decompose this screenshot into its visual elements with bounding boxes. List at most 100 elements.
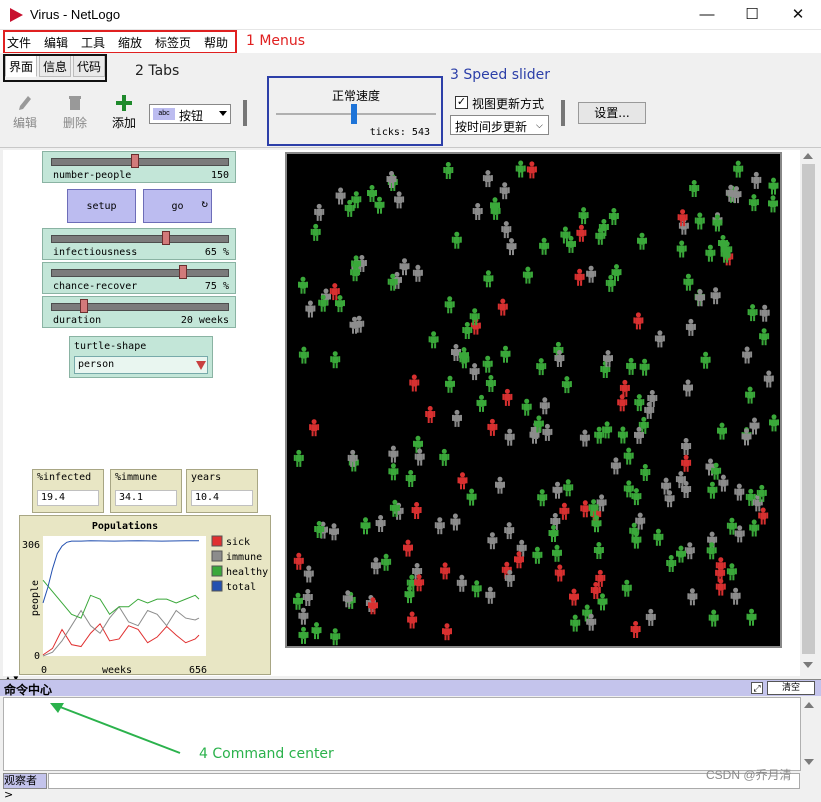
person-turtle xyxy=(730,587,741,605)
person-turtle xyxy=(654,330,665,348)
slider-chance-recover[interactable]: chance-recover 75 % xyxy=(42,262,236,294)
legend-label-healthy: healthy xyxy=(226,567,268,578)
turtle-shape-chooser[interactable]: turtle-shape person xyxy=(69,336,213,378)
maximize-button[interactable]: ☐ xyxy=(729,0,775,30)
button-widget-icon: abc xyxy=(153,108,175,120)
scroll-up-icon[interactable] xyxy=(804,702,814,708)
person-turtle xyxy=(712,214,723,232)
x-tick-min: 0 xyxy=(41,665,47,676)
person-turtle xyxy=(749,417,760,435)
command-input[interactable] xyxy=(48,773,800,789)
person-turtle xyxy=(305,300,316,318)
person-turtle xyxy=(476,394,487,412)
title-bar: Virus - NetLogo — ☐ ✕ xyxy=(0,0,821,30)
edit-button[interactable]: 编辑 xyxy=(10,95,40,131)
scroll-down-icon[interactable] xyxy=(804,759,814,765)
widget-type-select[interactable]: abc 按钮 xyxy=(149,104,231,124)
person-turtle xyxy=(302,589,313,606)
person-turtle xyxy=(485,586,496,604)
person-turtle xyxy=(747,304,758,322)
setup-button[interactable]: setup xyxy=(67,189,136,223)
chooser-value-box[interactable]: person xyxy=(74,356,208,374)
person-turtle xyxy=(374,196,385,214)
person-turtle xyxy=(708,609,719,627)
interface-scrollbar[interactable] xyxy=(800,150,817,676)
person-turtle xyxy=(314,203,325,221)
scroll-thumb[interactable] xyxy=(802,164,815,654)
monitor-label: %infected xyxy=(37,472,92,483)
y-tick-min: 0 xyxy=(34,651,40,662)
toolbar-separator xyxy=(561,100,565,126)
person-turtle xyxy=(593,542,604,559)
person-turtle xyxy=(746,608,757,626)
slider-infectiousness[interactable]: infectiousness 65 % xyxy=(42,228,236,260)
person-turtle xyxy=(742,346,753,364)
person-turtle xyxy=(705,244,716,262)
slider-value: 150 xyxy=(210,170,229,181)
person-turtle xyxy=(640,464,651,481)
expand-icon[interactable]: ⤢ xyxy=(751,682,763,694)
clear-button[interactable]: 清空 xyxy=(767,681,815,695)
x-axis-label: weeks xyxy=(102,665,132,676)
person-turtle xyxy=(298,607,309,625)
world-view[interactable] xyxy=(285,152,782,648)
slider-thumb[interactable] xyxy=(178,265,187,279)
monitor-immune: %immune 34.1 xyxy=(110,469,182,513)
person-turtle xyxy=(639,358,650,376)
person-turtle xyxy=(685,318,696,336)
slider-label: infectiousness xyxy=(53,247,138,258)
person-turtle xyxy=(769,414,779,432)
person-turtle xyxy=(635,512,646,530)
slider-thumb[interactable] xyxy=(79,299,88,313)
person-turtle xyxy=(675,471,686,489)
settings-button[interactable]: 设置... xyxy=(578,102,646,124)
person-turtle xyxy=(644,401,655,419)
person-turtle xyxy=(637,232,647,250)
person-turtle xyxy=(695,289,706,307)
person-turtle xyxy=(645,608,656,626)
person-turtle xyxy=(683,273,694,291)
dropdown-arrow-icon xyxy=(196,361,206,370)
slider-number-people[interactable]: number-people 150 xyxy=(42,151,236,183)
trash-icon xyxy=(69,96,81,110)
chevron-down-icon xyxy=(219,111,227,116)
minimize-button[interactable]: — xyxy=(684,0,730,30)
window-title: Virus - NetLogo xyxy=(30,7,121,22)
scroll-up-icon[interactable] xyxy=(803,153,813,159)
slider-thumb[interactable] xyxy=(161,231,170,245)
person-turtle xyxy=(335,187,346,205)
person-turtle xyxy=(683,379,693,397)
slider-value: 20 weeks xyxy=(180,315,229,326)
person-turtle xyxy=(586,265,597,283)
update-mode-select[interactable]: 按时间步更新 ⌵ xyxy=(450,115,549,135)
go-button[interactable]: go ↻ xyxy=(143,189,212,223)
observer-selector[interactable]: 观察者> xyxy=(3,773,47,801)
slider-track xyxy=(51,158,229,166)
person-turtle xyxy=(745,386,756,404)
person-turtle xyxy=(434,517,445,535)
close-button[interactable]: ✕ xyxy=(775,0,821,30)
menus-annotation: 1 Menus xyxy=(246,33,306,49)
person-turtle xyxy=(407,611,418,629)
view-updates-checkbox[interactable]: ✓ xyxy=(455,96,468,109)
command-scrollbar[interactable] xyxy=(801,697,818,771)
person-turtle xyxy=(293,449,304,467)
slider-duration[interactable]: duration 20 weeks xyxy=(42,296,236,328)
person-turtle xyxy=(718,474,729,492)
person-turtle xyxy=(749,519,760,537)
person-turtle xyxy=(768,177,779,195)
add-label: 添加 xyxy=(111,116,136,130)
plus-icon xyxy=(116,95,132,111)
scroll-down-icon[interactable] xyxy=(803,662,813,668)
person-turtle xyxy=(495,476,505,494)
add-button[interactable]: 添加 xyxy=(108,95,140,131)
person-turtle xyxy=(542,423,553,441)
legend-swatch-total xyxy=(211,580,223,592)
y-axis-label: people xyxy=(30,580,41,616)
person-turtle xyxy=(561,376,572,394)
person-turtle xyxy=(293,552,304,570)
delete-button[interactable]: 删除 xyxy=(60,95,90,131)
legend-label-immune: immune xyxy=(226,552,262,563)
slider-label: duration xyxy=(53,315,102,326)
slider-thumb[interactable] xyxy=(130,154,139,168)
